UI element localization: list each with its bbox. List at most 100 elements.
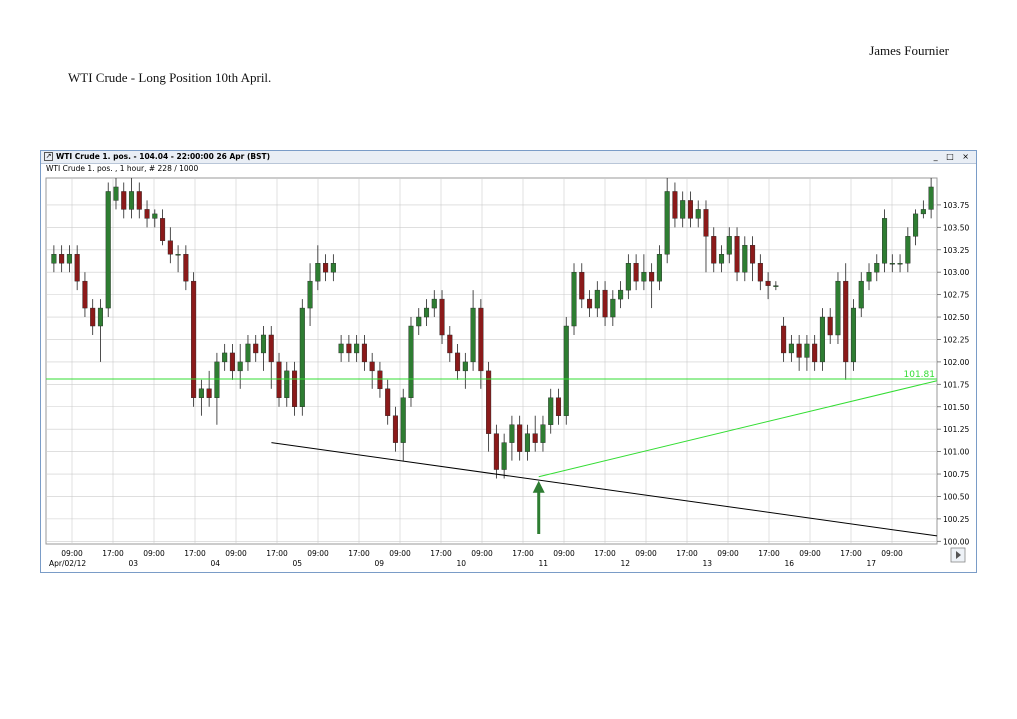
y-tick-label: 100.25 [943,515,969,524]
candle-body [229,352,235,372]
candle-body [299,307,305,407]
candle-body [346,343,352,354]
candle-body [757,263,763,282]
y-tick-label: 102.00 [943,358,969,367]
candle-body [742,245,748,273]
candle-body [392,415,398,443]
candle-body [804,343,810,358]
candle-body [59,254,65,264]
candle-body [455,352,461,372]
x-tick-label: 09:00 [307,549,329,558]
x-tick-label: 09:00 [881,549,903,558]
date-label: 09 [374,559,384,568]
candle-body [882,218,888,264]
y-tick-label: 103.25 [943,246,969,255]
candle-body [400,397,406,443]
x-tick-label: 17:00 [102,549,124,558]
candle-body [198,388,204,398]
candle-body [245,343,251,363]
candle-body [315,263,321,282]
candle-body [431,298,437,309]
candle-body [796,343,802,358]
candle-body [548,397,554,425]
candle-body [874,263,880,273]
candle-body [540,424,546,443]
candle-body [74,254,80,282]
date-label: 05 [292,559,302,568]
candle-body [517,424,523,452]
date-label: 03 [128,559,138,568]
candle-body [214,361,220,398]
x-tick-label: 17:00 [348,549,370,558]
y-tick-label: 100.50 [943,492,969,501]
candle-body [913,213,919,237]
candle-body [144,209,150,219]
x-tick-label: 09:00 [143,549,165,558]
y-tick-label: 102.75 [943,291,969,300]
candle-body [408,325,414,398]
candle-body [183,254,189,282]
candle-body [237,361,243,372]
candle-body [594,289,600,309]
date-label: 12 [620,559,630,568]
date-label: 10 [456,559,466,568]
candle-body [136,191,142,210]
candle-body [773,285,779,287]
date-label: 13 [702,559,712,568]
y-tick-label: 102.25 [943,335,969,344]
candle-body [284,370,290,398]
candle-body [819,316,825,363]
candle-body [788,343,794,354]
x-tick-label: 09:00 [635,549,657,558]
y-tick-label: 103.00 [943,268,969,277]
date-label: Apr/02/12 [49,559,86,568]
x-tick-label: 17:00 [594,549,616,558]
candle-body [338,343,344,354]
x-tick-label: 09:00 [799,549,821,558]
date-label: 04 [210,559,220,568]
candle-body [105,191,111,309]
y-tick-label: 101.50 [943,403,969,412]
candle-body [610,298,616,318]
candle-body [354,343,360,354]
candle-body [897,263,903,265]
candle-body [718,254,725,264]
candle-body [90,307,96,327]
candle-body [827,316,833,336]
y-tick-label: 103.50 [943,223,969,232]
candle-body [470,307,476,363]
candle-body [462,361,468,372]
date-label: 16 [784,559,794,568]
candle-body [905,236,911,264]
x-tick-label: 17:00 [676,549,698,558]
candle-body [672,191,678,219]
x-tick-label: 17:00 [840,549,862,558]
candle-body [532,433,538,443]
y-tick-label: 100.75 [943,470,969,479]
candle-body [812,343,818,363]
candle-body [486,370,492,434]
candle-body [664,191,670,255]
candle-body [175,254,181,256]
x-tick-label: 09:00 [225,549,247,558]
candlestick-chart[interactable]: 100.00 100.25 100.50 100.75 101.00 101.25 101.… [41,151,976,572]
level-line-label: 101.81 [904,370,936,380]
candle-body [369,361,375,372]
date-label: 11 [538,559,548,568]
document-title: WTI Crude - Long Position 10th April. [68,70,272,85]
author-name: James Fournier [869,43,949,58]
x-tick-label: 17:00 [758,549,780,558]
candle-body [625,263,631,291]
x-tick-label: 09:00 [61,549,83,558]
date-label: 17 [866,559,876,568]
x-tick-label: 17:00 [184,549,206,558]
candle-body [260,334,267,354]
candle-body [703,209,709,237]
candle-body [292,370,298,407]
candle-body [850,307,857,363]
candle-body [478,307,484,372]
y-tick-label: 101.00 [943,448,969,457]
x-tick-label: 09:00 [471,549,493,558]
candle-body [571,271,577,327]
candle-body [835,280,841,336]
